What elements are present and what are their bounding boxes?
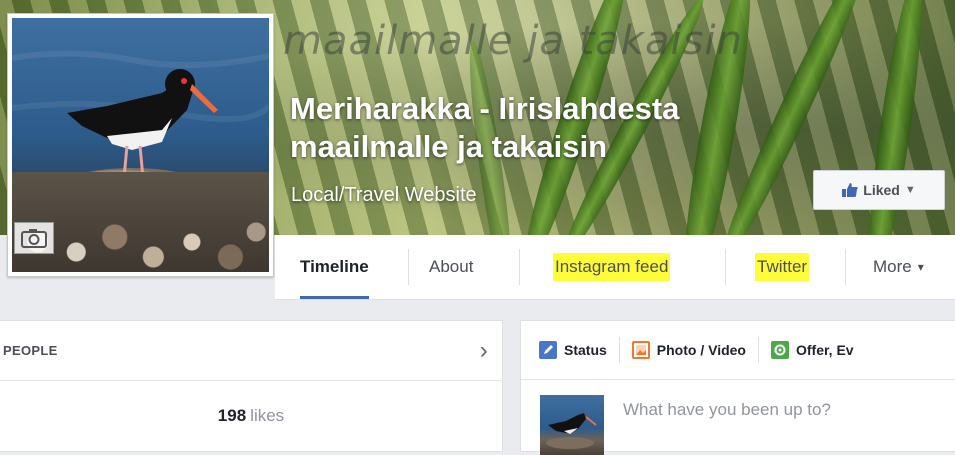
chevron-down-icon: ▾ — [917, 260, 924, 274]
tab-twitter[interactable]: Twitter — [755, 235, 810, 299]
composer-tab-photo-video[interactable]: Photo / Video — [631, 337, 759, 363]
tab-more-label: More — [873, 257, 912, 276]
tab-about-label: About — [429, 257, 474, 276]
composer-tab-status[interactable]: Status — [539, 337, 620, 363]
composer-tab-offer-label: Offer, Ev — [796, 342, 854, 358]
page-title[interactable]: Meriharakka - Iirislahdesta maailmalle j… — [290, 90, 810, 166]
people-panel: PEOPLE › 198 likes — [0, 320, 503, 452]
chevron-right-icon[interactable]: › — [480, 337, 488, 365]
composer-tab-status-label: Status — [564, 342, 607, 358]
people-header[interactable]: PEOPLE › — [0, 321, 502, 381]
liked-button[interactable]: Liked ▼ — [813, 170, 945, 210]
profile-picture[interactable] — [12, 18, 269, 272]
tab-timeline-label: Timeline — [300, 257, 369, 276]
nav-divider — [845, 249, 846, 285]
thumbs-up-icon — [842, 183, 859, 197]
nav-divider — [519, 249, 520, 285]
composer-body[interactable]: What have you been up to? — [521, 380, 955, 455]
page-category[interactable]: Local/Travel Website — [291, 184, 477, 207]
tab-more[interactable]: More ▾ — [873, 235, 924, 299]
tab-timeline[interactable]: Timeline — [300, 235, 369, 299]
profile-picture-frame[interactable] — [7, 13, 274, 277]
tab-twitter-label: Twitter — [755, 253, 810, 281]
offer-icon — [771, 341, 789, 359]
composer-tab-photo-video-label: Photo / Video — [656, 342, 746, 358]
likes-count: 198 — [217, 406, 247, 425]
tab-instagram-feed[interactable]: Instagram feed — [553, 235, 671, 299]
camera-icon — [21, 229, 47, 248]
avatar — [540, 395, 604, 455]
likes-suffix: likes — [250, 406, 285, 425]
likes-count-row[interactable]: 198 likes — [0, 381, 502, 451]
nav-divider — [725, 249, 726, 285]
post-composer: Status Photo / Video Offer, Ev What have… — [520, 320, 955, 455]
page-nav-bar: Timeline About Instagram feed Twitter Mo… — [275, 235, 955, 300]
tab-instagram-feed-label: Instagram feed — [553, 253, 671, 281]
composer-tabs: Status Photo / Video Offer, Ev — [521, 321, 955, 380]
pencil-icon — [539, 341, 557, 359]
composer-tab-offer[interactable]: Offer, Ev — [771, 337, 866, 363]
cover-script-text: maailmalle ja takaisin — [283, 18, 743, 64]
camera-button[interactable] — [14, 222, 54, 254]
tab-about[interactable]: About — [429, 235, 473, 299]
photo-icon — [631, 341, 650, 359]
liked-label: Liked — [863, 182, 900, 198]
nav-divider — [408, 249, 409, 285]
composer-input[interactable]: What have you been up to? — [623, 400, 831, 420]
dropdown-caret-icon: ▼ — [904, 184, 916, 196]
people-section-label: PEOPLE — [3, 343, 58, 358]
